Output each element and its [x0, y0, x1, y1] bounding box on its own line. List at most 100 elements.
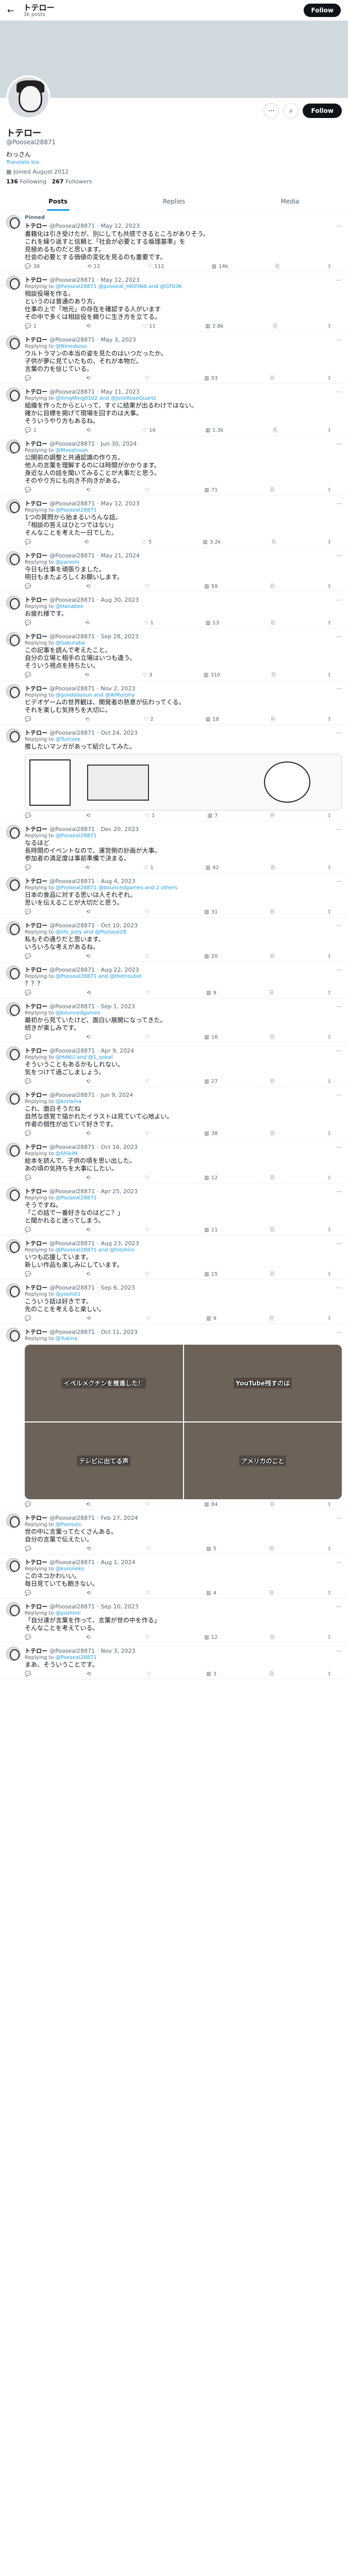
views-icon[interactable]: ▥	[206, 1316, 211, 1321]
like-icon[interactable]: ♡	[147, 264, 152, 269]
reply-icon[interactable]: 💬	[25, 376, 31, 381]
reply-to-handles[interactable]: @bouncedgames	[56, 1010, 101, 1016]
tweet[interactable]: トテロー @Pooseal28871 · Nov 2, 2023 ⋯ Replying t…	[0, 681, 348, 725]
tweet-date[interactable]: May 12, 2023	[101, 223, 140, 229]
share-icon[interactable]: ⇪	[327, 813, 332, 819]
media-grid-cell[interactable]: アメリカのこと	[184, 1422, 342, 1499]
views-icon[interactable]: ▥	[204, 1227, 209, 1233]
more-icon[interactable]: ⋯	[336, 633, 342, 640]
reply-action[interactable]: 💬	[25, 1316, 33, 1321]
like-icon[interactable]: ♡	[142, 539, 146, 545]
tweet-author-name[interactable]: トテロー	[25, 387, 47, 396]
tweet-author-name[interactable]: トテロー	[25, 1328, 47, 1336]
more-icon[interactable]: ⋯	[336, 500, 342, 507]
more-icon[interactable]: ⋯	[336, 967, 342, 973]
like-icon[interactable]: ♡	[145, 1035, 150, 1040]
reply-action[interactable]: 💬 38	[25, 264, 40, 269]
views-icon[interactable]: ▥	[212, 264, 217, 269]
views-icon[interactable]: ▥	[204, 954, 209, 959]
repost-action[interactable]: ⟲	[86, 428, 92, 433]
repost-action[interactable]: ⟲	[87, 1316, 93, 1321]
repost-action[interactable]: ⟲	[87, 1671, 93, 1677]
tweet[interactable]: トテロー @Pooseal28871 · May 12, 2023 ⋯ Replying …	[0, 496, 348, 548]
like-action[interactable]: ♡	[146, 990, 153, 996]
reply-to-handles[interactable]: @Pooseal28871	[56, 507, 97, 513]
repost-icon[interactable]: ⟲	[87, 264, 91, 269]
views-action[interactable]: ▥ 20	[204, 954, 218, 959]
more-icon[interactable]: ⋯	[336, 730, 342, 736]
like-action[interactable]: ♡ 3	[142, 672, 152, 678]
avatar[interactable]	[6, 1002, 21, 1016]
repost-icon[interactable]: ⟲	[86, 1079, 90, 1084]
repost-icon[interactable]: ⟲	[86, 1502, 90, 1507]
repost-action[interactable]: ⟲	[86, 954, 92, 959]
tweet-author-handle[interactable]: @Pooseal28871	[49, 1648, 95, 1654]
views-action[interactable]: ▥ 3	[206, 1671, 217, 1677]
repost-action[interactable]: ⟲	[86, 1502, 92, 1507]
reply-to-handles[interactable]: @Pooseal28871	[56, 1195, 97, 1201]
reply-icon[interactable]: 💬	[25, 1635, 31, 1640]
tweet-author-handle[interactable]: @Pooseal28871	[49, 1092, 95, 1098]
reply-action[interactable]: 💬	[25, 1546, 33, 1552]
more-icon[interactable]: ⋯	[336, 878, 342, 885]
avatar[interactable]	[6, 551, 21, 566]
like-icon[interactable]: ♡	[145, 909, 150, 915]
more-icon[interactable]: ⋯	[336, 223, 342, 229]
views-icon[interactable]: ▥	[208, 813, 212, 819]
bookmark-icon[interactable]: ⎘	[272, 672, 276, 678]
like-icon[interactable]: ♡	[146, 1316, 151, 1321]
repost-icon[interactable]: ⟲	[87, 1671, 91, 1677]
repost-action[interactable]: ⟲	[87, 990, 93, 996]
reply-to-handles[interactable]: @Ninesboss	[56, 344, 87, 349]
repost-icon[interactable]: ⟲	[86, 1035, 90, 1040]
like-icon[interactable]: ♡	[145, 813, 150, 819]
tweet-date[interactable]: May 3, 2023	[101, 336, 136, 343]
reply-to-handles[interactable]: @gooddaysun and @AlMurphy	[56, 692, 135, 698]
views-action[interactable]: ▥ 84	[204, 1502, 218, 1507]
bookmark-icon[interactable]: ⎘	[270, 1175, 274, 1181]
like-icon[interactable]: ♡	[145, 1272, 150, 1277]
tweet-author-name[interactable]: トテロー	[25, 222, 47, 230]
repost-action[interactable]: ⟲	[86, 376, 92, 381]
more-icon[interactable]: ⋯	[336, 552, 342, 559]
bookmark-icon[interactable]: ⎘	[273, 428, 277, 433]
reply-to-handles[interactable]: @Pooseal28871 and @hitohiro	[56, 1247, 135, 1253]
share-icon[interactable]: ⇪	[327, 1316, 332, 1321]
avatar[interactable]	[6, 921, 21, 936]
reply-icon[interactable]: 💬	[25, 1227, 31, 1233]
avatar[interactable]	[6, 335, 21, 350]
reply-action[interactable]: 💬	[25, 1635, 33, 1640]
tweet-author-handle[interactable]: @Pooseal28871	[49, 1188, 95, 1195]
avatar[interactable]	[6, 1602, 21, 1617]
avatar[interactable]	[6, 825, 21, 839]
tweet-date[interactable]: Jun 30, 2024	[101, 440, 137, 447]
reply-to-handles[interactable]: @Mooshisan	[56, 448, 88, 453]
reply-to-handles[interactable]: @Sakuraba	[56, 640, 85, 646]
like-action[interactable]: ♡	[145, 1175, 152, 1181]
more-icon[interactable]: ⋯	[336, 922, 342, 929]
more-icon[interactable]: ⋯	[336, 1515, 342, 1521]
repost-action[interactable]: ⟲	[86, 1635, 92, 1640]
tweet-author-name[interactable]: トテロー	[25, 1187, 47, 1195]
reply-to-handles[interactable]: @koriama	[56, 1099, 81, 1105]
reply-to-handles[interactable]: @yaroshi	[56, 560, 79, 565]
views-icon[interactable]: ▥	[206, 1671, 211, 1677]
reply-action[interactable]: 💬	[25, 487, 33, 493]
bookmark-icon[interactable]: ⎘	[270, 1635, 274, 1640]
like-action[interactable]: ♡	[145, 954, 152, 959]
like-action[interactable]: ♡	[146, 1316, 153, 1321]
share-icon[interactable]: ⇪	[327, 1635, 332, 1640]
tweet-date[interactable]: Aug 23, 2023	[101, 1240, 139, 1247]
tweet-date[interactable]: Sep 1, 2023	[101, 1003, 135, 1010]
tweet-author-handle[interactable]: @Pooseal28871	[49, 1240, 95, 1247]
like-action[interactable]: ♡	[145, 1227, 152, 1233]
reply-icon[interactable]: 💬	[25, 539, 31, 545]
share-icon[interactable]: ⇪	[327, 1227, 332, 1233]
views-action[interactable]: ▥ 13	[206, 620, 219, 626]
tweet-date[interactable]: Aug 4, 2023	[101, 878, 136, 885]
reply-icon[interactable]: 💬	[25, 1131, 31, 1137]
tweet-author-name[interactable]: トテロー	[25, 921, 47, 929]
like-icon[interactable]: ♡	[142, 324, 147, 329]
views-action[interactable]: ▥ 12	[204, 1635, 218, 1640]
more-icon[interactable]: ⋯	[336, 685, 342, 692]
